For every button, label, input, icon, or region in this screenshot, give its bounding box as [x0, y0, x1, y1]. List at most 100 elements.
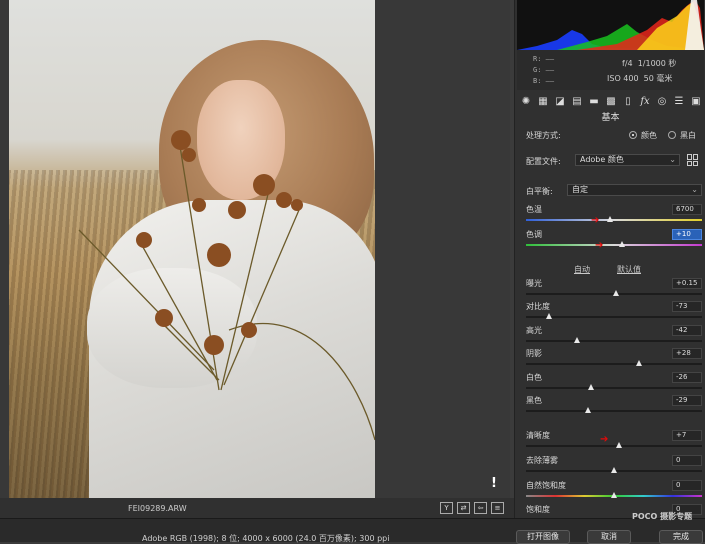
red-arrow-icon: ➔ — [595, 240, 604, 251]
slider-label: 阴影 — [526, 349, 542, 358]
slider-value[interactable]: +7 — [672, 430, 702, 441]
panel-tabs: ✺ ▦ ◪ ▤ ▬ ▩ ▯ fx ◎ ☰ ▣ — [515, 93, 705, 109]
histogram — [517, 0, 704, 50]
slider-tint: 色调 +10 ➔ — [515, 229, 705, 253]
exif-iso-focal: ISO 400 50 毫米 — [607, 74, 673, 83]
slider-clarity: 清晰度 +7 ➔ — [515, 430, 705, 454]
slider-thumb[interactable] — [585, 407, 591, 413]
slider-label: 自然饱和度 — [526, 481, 566, 490]
profile-value: Adobe 颜色 — [580, 155, 624, 164]
before-after-button[interactable]: ⇄ — [457, 502, 470, 514]
slider-label: 高光 — [526, 326, 542, 335]
slider-shadows: 阴影 +28 — [515, 348, 705, 372]
grid-icon[interactable]: ▦ — [536, 95, 550, 107]
slider-thumb[interactable] — [574, 337, 580, 343]
slider-label: 色调 — [526, 230, 542, 239]
slider-value[interactable]: 0 — [672, 480, 702, 491]
watermark: POCO 摄影专题 — [632, 512, 693, 521]
slider-track[interactable] — [526, 219, 702, 221]
image-canvas[interactable]: ! — [0, 0, 510, 498]
file-name: FEI09289.ARW — [128, 504, 187, 513]
wb-label: 白平衡: — [526, 187, 553, 196]
slider-value[interactable]: -42 — [672, 325, 702, 336]
r-readout: R: —— — [533, 55, 555, 63]
slider-value[interactable]: +10 — [672, 229, 702, 240]
profile-select[interactable]: Adobe 颜色 ⌄ — [575, 154, 680, 166]
curve-icon[interactable]: ◪ — [553, 95, 567, 107]
slider-thumb[interactable] — [607, 216, 613, 222]
view-toggle-button[interactable]: Y — [440, 502, 453, 514]
slider-exposure: 曝光 +0.15 — [515, 278, 705, 302]
slider-whites: 白色 -26 — [515, 372, 705, 396]
slider-thumb[interactable] — [611, 492, 617, 498]
bw-radio[interactable] — [668, 131, 676, 139]
filename-bar — [0, 498, 514, 518]
dried-flowers — [78, 130, 375, 441]
slider-label: 曝光 — [526, 279, 542, 288]
slider-highlights: 高光 -42 — [515, 325, 705, 349]
slider-label: 去除薄雾 — [526, 456, 558, 465]
wb-value: 自定 — [572, 185, 588, 194]
histogram-graph — [517, 0, 704, 50]
hsl-icon[interactable]: ▤ — [570, 95, 584, 107]
settings-button[interactable]: ≡ — [491, 502, 504, 514]
aperture-icon[interactable]: ✺ — [519, 95, 533, 107]
slider-track[interactable] — [526, 363, 702, 365]
slider-value[interactable]: -73 — [672, 301, 702, 312]
presets-icon[interactable]: ☰ — [672, 95, 686, 107]
fx-icon[interactable]: fx — [638, 95, 652, 107]
red-arrow-icon: ➔ — [591, 215, 600, 226]
swap-button[interactable]: ⇦ — [474, 502, 487, 514]
default-link[interactable]: 默认值 — [617, 264, 641, 275]
slider-thumb[interactable] — [619, 241, 625, 247]
slider-thumb[interactable] — [636, 360, 642, 366]
red-arrow-icon: ➔ — [600, 434, 609, 445]
color-radio[interactable] — [629, 131, 637, 139]
slider-value[interactable]: -29 — [672, 395, 702, 406]
slider-track[interactable] — [526, 316, 702, 318]
calibration-icon[interactable]: ◎ — [655, 95, 669, 107]
detail-icon[interactable]: ▩ — [604, 95, 618, 107]
slider-vibrance: 自然饱和度 0 — [515, 480, 705, 504]
slider-track[interactable] — [526, 340, 702, 342]
process-label: 处理方式: — [526, 131, 561, 140]
photo-preview — [9, 0, 375, 498]
slider-label: 白色 — [526, 373, 542, 382]
slider-blacks: 黑色 -29 — [515, 395, 705, 419]
g-readout: G: —— — [533, 66, 555, 74]
camera-info: R: —— G: —— B: —— f/4 1/1000 秒 ISO 400 5… — [517, 50, 704, 90]
slider-thumb[interactable] — [611, 467, 617, 473]
slider-contrast: 对比度 -73 — [515, 301, 705, 325]
auto-link[interactable]: 自动 — [574, 264, 590, 275]
snapshot-icon[interactable]: ▣ — [689, 95, 703, 107]
b-readout: B: —— — [533, 77, 555, 85]
slider-thumb[interactable] — [588, 384, 594, 390]
slider-label: 色温 — [526, 205, 542, 214]
slider-value[interactable]: 6700 — [672, 204, 702, 215]
slider-label: 清晰度 — [526, 431, 550, 440]
slider-track[interactable] — [526, 244, 702, 246]
slider-track[interactable] — [526, 445, 702, 447]
profile-browser-icon[interactable] — [687, 154, 699, 166]
slider-value[interactable]: 0 — [672, 455, 702, 466]
warning-icon[interactable]: ! — [487, 476, 501, 492]
workflow-options-link[interactable]: Adobe RGB (1998); 8 位; 4000 x 6000 (24.0… — [142, 533, 389, 544]
slider-track[interactable] — [526, 387, 702, 389]
slider-temp: 色温 6700 ➔ — [515, 204, 705, 228]
section-title: 基本 — [601, 113, 620, 123]
slider-label: 饱和度 — [526, 505, 550, 514]
exif-exposure: f/4 1/1000 秒 — [622, 59, 677, 68]
wb-select[interactable]: 自定 ⌄ — [567, 184, 702, 196]
slider-value[interactable]: +0.15 — [672, 278, 702, 289]
slider-thumb[interactable] — [616, 442, 622, 448]
slider-thumb[interactable] — [546, 313, 552, 319]
slider-value[interactable]: +28 — [672, 348, 702, 359]
color-option[interactable]: 颜色 — [641, 130, 657, 141]
bw-option[interactable]: 黑白 — [680, 130, 696, 141]
slider-track[interactable] — [526, 410, 702, 412]
split-tone-icon[interactable]: ▬ — [587, 95, 601, 107]
lens-icon[interactable]: ▯ — [621, 95, 635, 107]
chevron-down-icon: ⌄ — [691, 185, 698, 194]
slider-value[interactable]: -26 — [672, 372, 702, 383]
slider-thumb[interactable] — [613, 290, 619, 296]
